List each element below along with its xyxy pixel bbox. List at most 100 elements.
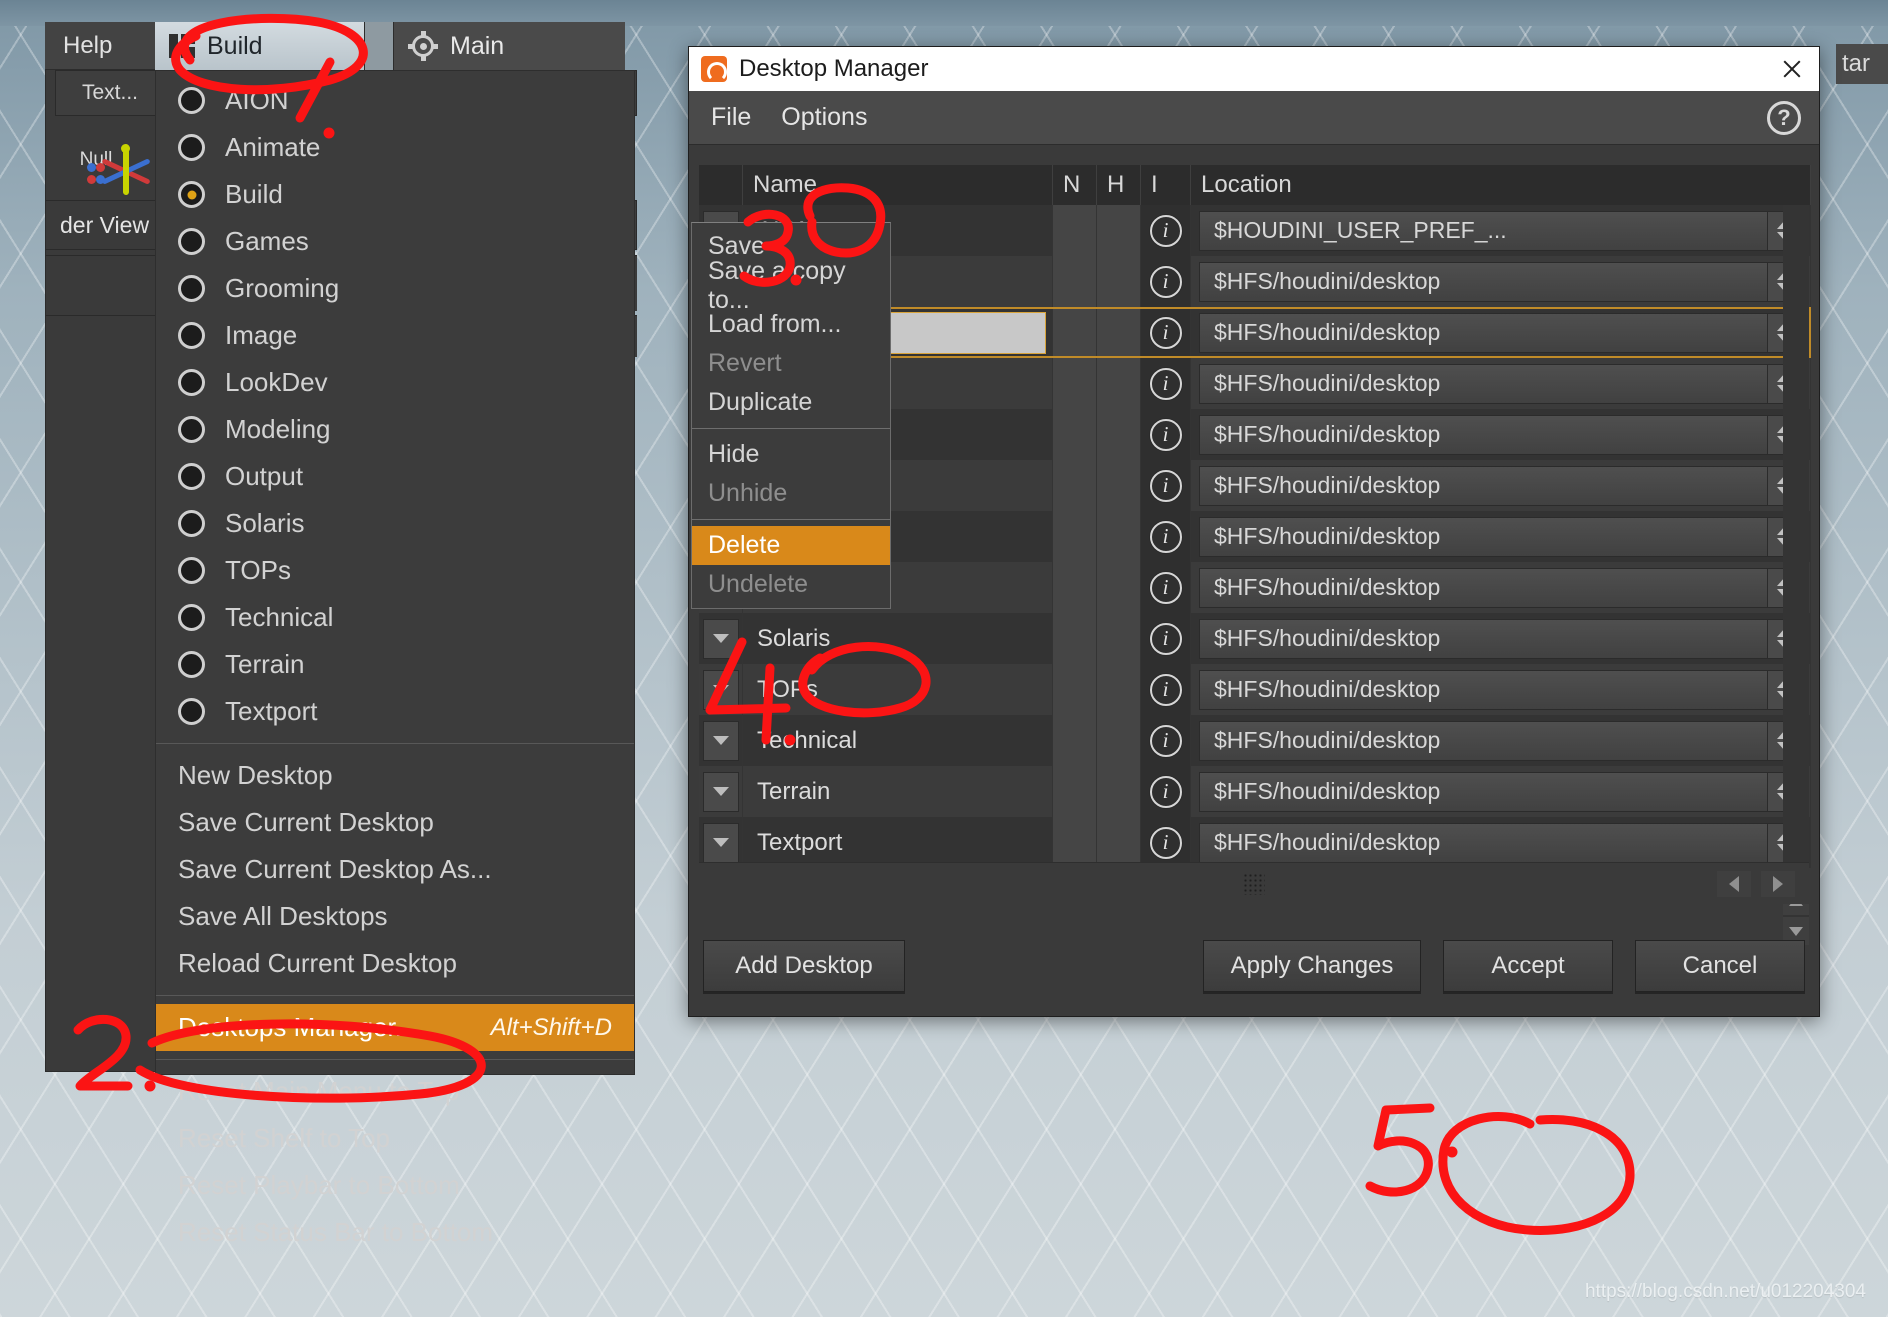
menu-radio-games[interactable]: Games: [156, 218, 634, 265]
shelf-tab-text[interactable]: Text...: [55, 70, 165, 116]
cell-info[interactable]: i: [1141, 358, 1191, 409]
cell-hidden-flag[interactable]: [1097, 664, 1141, 715]
row-expander[interactable]: [699, 766, 743, 817]
menu-item-reset-status-bar-to-bottom[interactable]: Reset Status Bar to Bottom: [156, 1209, 634, 1256]
cell-info[interactable]: i: [1141, 613, 1191, 664]
menu-item-save-all-desktops[interactable]: Save All Desktops: [156, 893, 634, 940]
cell-hidden-flag[interactable]: [1097, 205, 1141, 256]
cell-name[interactable]: Textport: [743, 817, 1053, 868]
menu-item-desktops-manager[interactable]: Desktops Manager... Alt+Shift+D: [156, 1004, 634, 1051]
cell-name[interactable]: Technical: [743, 715, 1053, 766]
row-expander[interactable]: [699, 613, 743, 664]
cell-name[interactable]: Terrain: [743, 766, 1053, 817]
column-header-location[interactable]: Location: [1191, 165, 1811, 205]
table-row[interactable]: Solaris i $HFS/houdini/desktop: [699, 613, 1811, 664]
pane-tab-render-view[interactable]: der View: [46, 212, 149, 239]
menu-item-options[interactable]: Options: [781, 103, 867, 132]
cell-new-flag[interactable]: [1053, 511, 1097, 562]
row-expander[interactable]: [699, 715, 743, 766]
cell-info[interactable]: i: [1141, 511, 1191, 562]
info-icon[interactable]: i: [1149, 316, 1182, 349]
help-icon[interactable]: ?: [1767, 100, 1801, 135]
menu-item-new-desktop[interactable]: New Desktop: [156, 752, 634, 799]
add-desktop-button[interactable]: Add Desktop: [703, 940, 905, 992]
row-context-menu[interactable]: Save Save a copy to... Load from... Revert D…: [691, 222, 891, 609]
info-icon[interactable]: i: [1149, 469, 1182, 502]
row-expander[interactable]: [699, 664, 743, 715]
cell-hidden-flag[interactable]: [1097, 715, 1141, 766]
location-input[interactable]: $HFS/houdini/desktop: [1199, 618, 1768, 659]
scroll-grip-icon[interactable]: [1243, 872, 1265, 895]
menu-item-help[interactable]: Help: [45, 22, 130, 70]
menu-radio-tops[interactable]: TOPs: [156, 547, 634, 594]
table-horizontal-scrollbar[interactable]: [699, 862, 1809, 904]
chevron-down-icon[interactable]: [702, 822, 739, 863]
cell-info[interactable]: i: [1141, 256, 1191, 307]
desktop-tab-main[interactable]: Main: [393, 22, 625, 70]
cell-hidden-flag[interactable]: [1097, 358, 1141, 409]
cell-new-flag[interactable]: [1053, 307, 1097, 358]
cell-name[interactable]: TOPs: [743, 664, 1053, 715]
cell-hidden-flag[interactable]: [1097, 511, 1141, 562]
table-row[interactable]: Textport i $HFS/houdini/desktop: [699, 817, 1811, 868]
scroll-left-button[interactable]: [1717, 870, 1751, 897]
cell-info[interactable]: i: [1141, 715, 1191, 766]
cell-info[interactable]: i: [1141, 205, 1191, 256]
info-icon[interactable]: i: [1149, 622, 1182, 655]
column-header-n[interactable]: N: [1053, 165, 1097, 205]
cell-new-flag[interactable]: [1053, 562, 1097, 613]
info-icon[interactable]: i: [1149, 214, 1182, 247]
info-icon[interactable]: i: [1149, 673, 1182, 706]
scroll-right-button[interactable]: [1761, 870, 1795, 897]
column-header-h[interactable]: H: [1097, 165, 1141, 205]
location-input[interactable]: $HFS/houdini/desktop: [1199, 414, 1768, 455]
menu-radio-terrain[interactable]: Terrain: [156, 641, 634, 688]
chevron-down-icon[interactable]: [702, 669, 739, 710]
cell-hidden-flag[interactable]: [1097, 307, 1141, 358]
cell-info[interactable]: i: [1141, 409, 1191, 460]
cell-new-flag[interactable]: [1053, 715, 1097, 766]
menu-item-reset-main-menu-to-top[interactable]: Reset Main Menu to Top: [156, 1068, 634, 1115]
cell-new-flag[interactable]: [1053, 205, 1097, 256]
table-vertical-scrollbar[interactable]: [1783, 205, 1809, 945]
location-input[interactable]: $HFS/houdini/desktop: [1199, 771, 1768, 812]
info-icon[interactable]: i: [1149, 418, 1182, 451]
table-row[interactable]: Terrain i $HFS/houdini/desktop: [699, 766, 1811, 817]
menu-radio-technical[interactable]: Technical: [156, 594, 634, 641]
cell-hidden-flag[interactable]: [1097, 562, 1141, 613]
cell-hidden-flag[interactable]: [1097, 409, 1141, 460]
cell-hidden-flag[interactable]: [1097, 766, 1141, 817]
cell-new-flag[interactable]: [1053, 766, 1097, 817]
column-header-name[interactable]: Name: [743, 165, 1053, 205]
menu-radio-build[interactable]: Build: [156, 171, 634, 218]
location-input[interactable]: $HFS/houdini/desktop: [1199, 516, 1768, 557]
menu-item-reload-current-desktop[interactable]: Reload Current Desktop: [156, 940, 634, 987]
location-input[interactable]: $HFS/houdini/desktop: [1199, 261, 1768, 302]
info-icon[interactable]: i: [1149, 571, 1182, 604]
cell-info[interactable]: i: [1141, 460, 1191, 511]
context-item-duplicate[interactable]: Duplicate: [692, 383, 890, 422]
location-input[interactable]: $HFS/houdini/desktop: [1199, 567, 1768, 608]
location-input[interactable]: $HFS/houdini/desktop: [1199, 363, 1768, 404]
column-header-i[interactable]: I: [1141, 165, 1191, 205]
cell-info[interactable]: i: [1141, 664, 1191, 715]
menu-item-reset-shelf-to-top[interactable]: Reset Shelf to Top: [156, 1115, 634, 1162]
chevron-down-icon[interactable]: [702, 771, 739, 812]
location-input[interactable]: $HFS/houdini/desktop: [1199, 720, 1768, 761]
info-icon[interactable]: i: [1149, 265, 1182, 298]
cell-new-flag[interactable]: [1053, 817, 1097, 868]
menu-radio-output[interactable]: Output: [156, 453, 634, 500]
context-item-save-a-copy-to[interactable]: Save a copy to...: [692, 257, 890, 314]
cell-hidden-flag[interactable]: [1097, 817, 1141, 868]
cell-new-flag[interactable]: [1053, 256, 1097, 307]
apply-changes-button[interactable]: Apply Changes: [1203, 940, 1421, 992]
chevron-down-icon[interactable]: [702, 720, 739, 761]
cell-name[interactable]: Solaris: [743, 613, 1053, 664]
cancel-button[interactable]: Cancel: [1635, 940, 1805, 992]
shelf-item-null[interactable]: Null: [48, 144, 151, 195]
location-input[interactable]: $HFS/houdini/desktop: [1199, 465, 1768, 506]
info-icon[interactable]: i: [1149, 775, 1182, 808]
menu-radio-image[interactable]: Image: [156, 312, 634, 359]
location-input[interactable]: $HOUDINI_USER_PREF_...: [1199, 210, 1768, 251]
menu-item-save-current-desktop-as[interactable]: Save Current Desktop As...: [156, 846, 634, 893]
